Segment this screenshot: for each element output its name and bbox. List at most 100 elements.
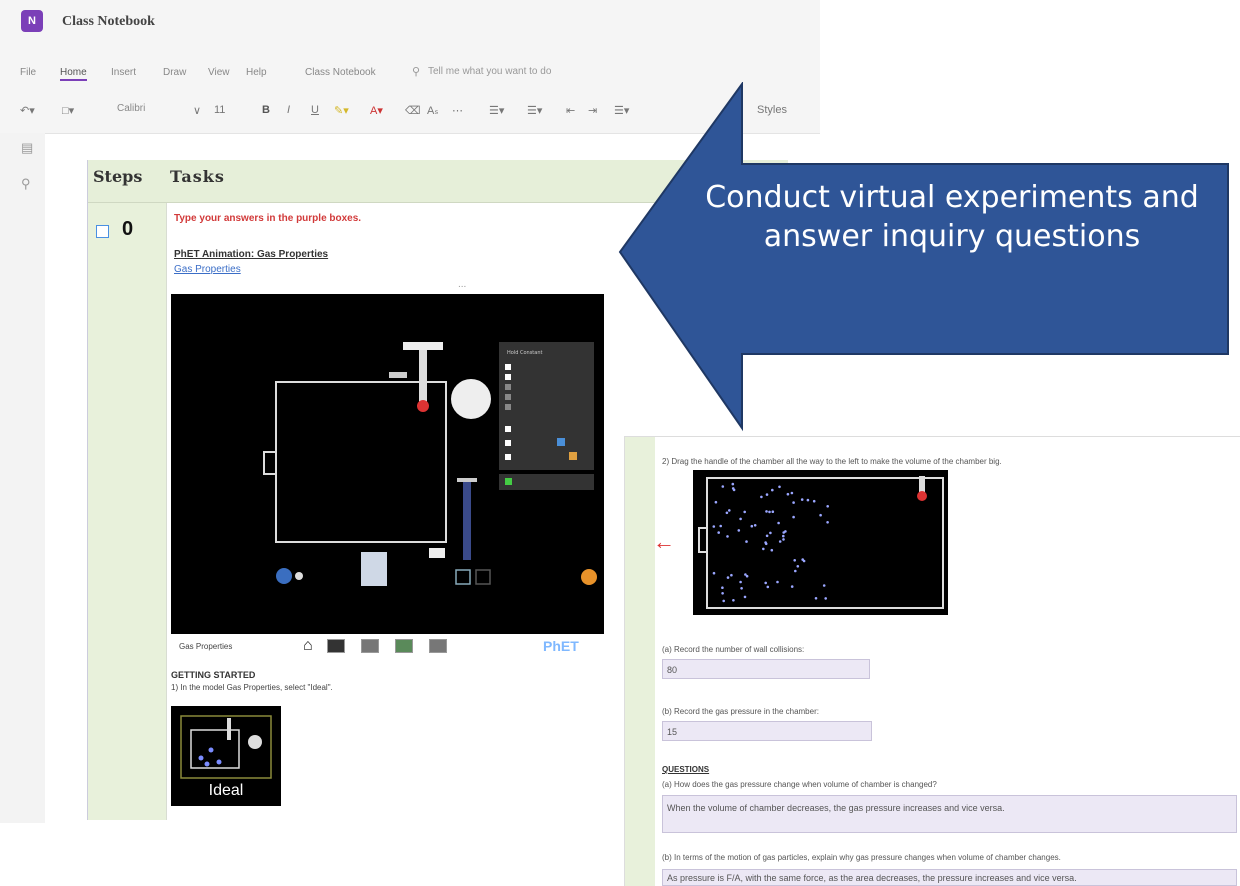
gas-particle [770, 548, 774, 552]
gas-particle [744, 573, 747, 576]
clear-format-icon[interactable]: ⌫ [405, 104, 421, 117]
text-effects-icon[interactable]: Aₛ [427, 104, 438, 117]
gas-particle [731, 482, 735, 486]
gas-particle [800, 498, 804, 501]
gas-particle [762, 547, 765, 551]
thumb-particle-1 [198, 755, 204, 761]
answer-a-field[interactable]: 80 [662, 659, 870, 679]
gas-chamber-illustration: Hold Constant [263, 342, 597, 586]
gas-particle [721, 586, 724, 589]
gas-particle [739, 517, 742, 521]
screen-explore-thumb[interactable] [361, 639, 379, 653]
gas-particle [719, 524, 722, 528]
gas-particle [806, 498, 810, 502]
zoom-icon [276, 568, 292, 584]
simulation-link[interactable]: Gas Properties [174, 264, 241, 275]
undo-icon[interactable]: ↶▾ [20, 104, 35, 117]
menu-draw[interactable]: Draw [163, 67, 186, 78]
outdent-icon[interactable]: ⇤ [566, 104, 575, 117]
screen-diffusion-thumb[interactable] [429, 639, 447, 653]
gas-particle [743, 510, 746, 514]
gas-particle [826, 521, 829, 524]
gas-particle [721, 592, 724, 595]
left-arrow-icon: ← [653, 529, 675, 554]
play-button [455, 569, 471, 585]
numbered-list-icon[interactable]: ☰▾ [527, 104, 542, 117]
font-size-dropdown[interactable]: 11 [214, 104, 225, 116]
answer-b-field[interactable]: 15 [662, 721, 872, 741]
chevron-down-icon[interactable]: ∨ [193, 104, 201, 117]
gas-particle [764, 581, 767, 585]
thumb-particle-3 [216, 759, 222, 765]
tasks-header: Tasks [170, 167, 225, 186]
menu-view[interactable]: View [208, 67, 230, 78]
gas-particle [786, 492, 790, 496]
step2-instruction: 2) Drag the handle of the chamber all th… [662, 457, 1002, 466]
gas-particle [792, 501, 795, 504]
pump-handle [457, 478, 477, 482]
menu-home[interactable]: Home [60, 67, 87, 81]
gas-particle [730, 573, 733, 577]
questions-heading: QUESTIONS [662, 765, 710, 774]
radio-4 [505, 394, 511, 400]
screen-energy-thumb[interactable] [395, 639, 413, 653]
notebooks-icon[interactable]: ▤ [21, 140, 33, 156]
steps-header: Steps [93, 167, 143, 186]
bold-button[interactable]: B [262, 104, 270, 116]
answer-2-field[interactable]: As pressure is F/A, with the same force,… [662, 869, 1237, 886]
worksheet-step-margin [625, 437, 655, 886]
gas-particle [722, 599, 725, 603]
control-panel [499, 342, 594, 470]
side-rail [0, 133, 45, 823]
onenote-app-icon: N [21, 10, 43, 32]
step1-text: 1) In the model Gas Properties, select "… [171, 683, 333, 692]
gas-particle [778, 485, 781, 489]
gas-particle [822, 584, 826, 587]
answer-1-field[interactable]: When the volume of chamber decreases, th… [662, 795, 1237, 833]
step-checkbox[interactable] [96, 225, 109, 238]
menu-help[interactable]: Help [246, 67, 267, 78]
screen-ideal-thumb[interactable] [327, 639, 345, 653]
gas-particle [801, 558, 804, 561]
arrow-shape [618, 82, 1229, 432]
gas-particle [732, 599, 735, 602]
gas-particle [793, 559, 796, 562]
underline-button[interactable]: U [311, 104, 319, 116]
getting-started-heading: GETTING STARTED [171, 670, 256, 680]
embed-handle[interactable]: ... [458, 279, 466, 290]
callout-text: Conduct virtual experiments and answer i… [705, 180, 1199, 254]
expanded-chamber-art [698, 476, 944, 609]
phet-simulation-image: Hold Constant [171, 294, 604, 634]
bullet-list-icon[interactable]: ☰▾ [489, 104, 504, 117]
control-panel-label: Hold Constant [507, 350, 542, 356]
gas-particle [771, 488, 774, 492]
gas-particle [765, 534, 769, 538]
ws-chamber-handle [698, 527, 708, 553]
radio-5 [505, 404, 511, 410]
menu-insert[interactable]: Insert [111, 67, 136, 78]
gas-particle [790, 585, 794, 588]
gas-particle [712, 525, 716, 528]
indent-icon[interactable]: ⇥ [588, 104, 597, 117]
gas-particle [739, 580, 742, 584]
home-icon[interactable]: ⌂ [303, 637, 313, 655]
zoom-out-icon [295, 572, 303, 580]
font-color-icon[interactable]: A▾ [370, 104, 383, 117]
thumb-thermometer [227, 718, 231, 740]
menu-class-notebook[interactable]: Class Notebook [305, 67, 376, 78]
ideal-screen-thumbnail: Ideal [171, 706, 281, 806]
gas-particle [760, 495, 763, 499]
more-icon[interactable]: ⋯ [452, 104, 463, 117]
font-name-dropdown[interactable]: Calibri [113, 100, 187, 118]
radio-1 [505, 364, 511, 370]
gas-particle [737, 529, 741, 532]
search-icon[interactable]: ⚲ [21, 176, 31, 192]
gas-particle [753, 524, 757, 527]
tell-me-search[interactable]: Tell me what you want to do [428, 66, 551, 77]
menu-file[interactable]: File [20, 67, 36, 78]
clipboard-icon[interactable]: □▾ [62, 104, 74, 117]
italic-button[interactable]: I [287, 104, 290, 116]
gas-particle [790, 491, 794, 495]
highlight-icon[interactable]: ✎▾ [334, 104, 349, 117]
gas-particle [782, 538, 785, 541]
